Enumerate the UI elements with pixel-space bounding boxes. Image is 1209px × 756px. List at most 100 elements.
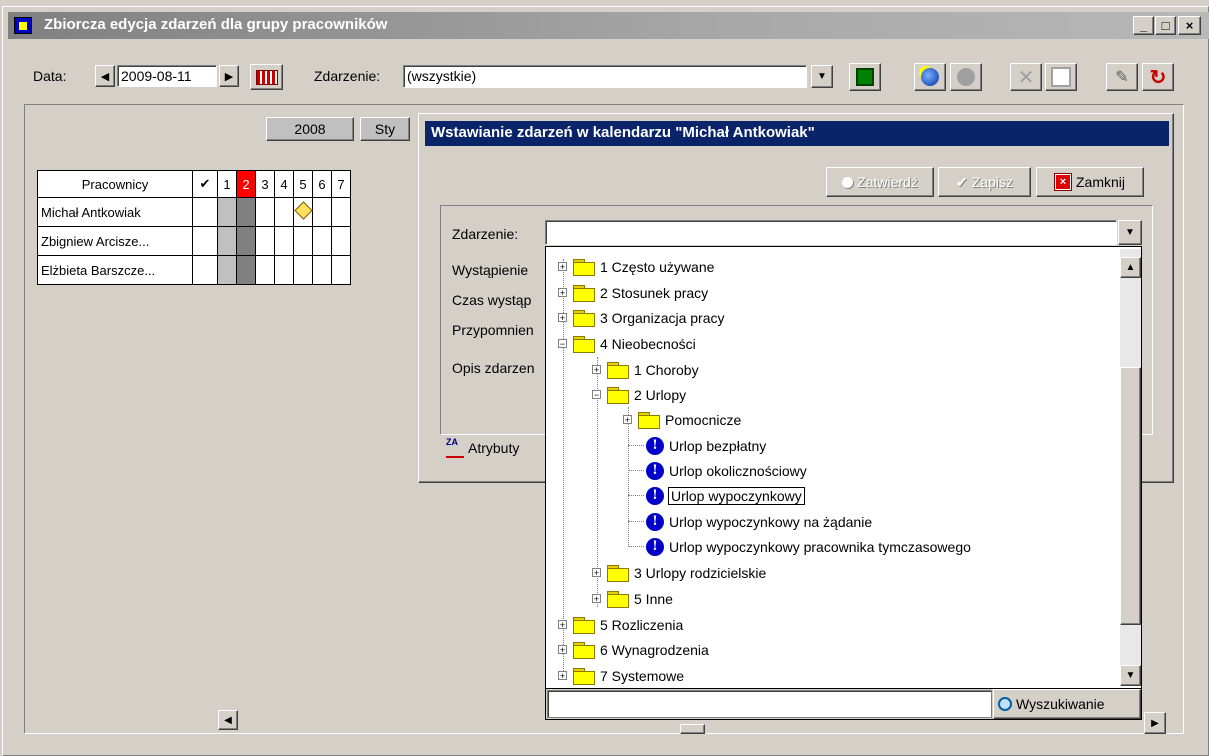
tree-leaf[interactable]: ! Urlop okolicznościowy xyxy=(628,458,807,483)
expand-icon[interactable]: + xyxy=(592,365,601,375)
expand-icon[interactable]: + xyxy=(623,415,632,425)
day-cell[interactable] xyxy=(255,226,275,256)
day-header[interactable]: 4 xyxy=(274,170,294,198)
copy-button[interactable] xyxy=(1045,63,1077,91)
calendar-button[interactable] xyxy=(250,64,283,90)
day-cell[interactable] xyxy=(331,226,351,256)
tree-node[interactable]: +7 Systemowe xyxy=(558,663,684,688)
day-cell[interactable] xyxy=(236,255,256,285)
edit-event-button[interactable] xyxy=(950,63,982,91)
day-cell[interactable] xyxy=(274,226,294,256)
day-header[interactable]: 6 xyxy=(312,170,332,198)
year-button[interactable]: 2008 xyxy=(266,117,354,141)
scroll-left-button[interactable]: ◀ xyxy=(218,710,238,730)
tree-leaf[interactable]: ! Urlop bezpłatny xyxy=(628,433,766,458)
tree-node[interactable]: +5 Inne xyxy=(592,586,673,611)
day-cell[interactable] xyxy=(274,197,294,227)
day-cell[interactable] xyxy=(331,255,351,285)
month-button[interactable]: Sty xyxy=(360,117,410,141)
row-check[interactable] xyxy=(192,255,218,285)
employee-name[interactable]: Elżbieta Barszcze... xyxy=(37,255,193,285)
expand-icon[interactable]: + xyxy=(558,313,567,323)
tree-leaf[interactable]: ! Urlop wypoczynkowy na żądanie xyxy=(628,509,872,534)
window-titlebar[interactable]: Zbiorcza edycja zdarzeń dla grupy pracow… xyxy=(8,12,1209,39)
day-header[interactable]: 7 xyxy=(331,170,351,198)
tree-leaf[interactable]: ! Urlop wypoczynkowy pracownika tymczasow… xyxy=(628,534,971,559)
expand-icon[interactable]: + xyxy=(558,645,567,655)
event-tree-dropdown[interactable]: +1 Często używane +2 Stosunek pracy +3 O… xyxy=(545,246,1142,689)
check-header[interactable]: ✔ xyxy=(192,170,218,198)
refresh-button[interactable]: ↻ xyxy=(1142,63,1174,91)
day-cell[interactable] xyxy=(217,226,237,256)
tab-attributes[interactable]: ZA Atrybuty xyxy=(446,433,546,463)
day-cell[interactable] xyxy=(312,197,332,227)
day-cell[interactable] xyxy=(293,226,313,256)
delete-button[interactable]: ✕ xyxy=(1010,63,1042,91)
day-cell[interactable] xyxy=(236,197,256,227)
expand-icon[interactable]: + xyxy=(592,594,601,604)
close-button[interactable]: × xyxy=(1178,16,1201,35)
row-check[interactable] xyxy=(192,226,218,256)
scrollbar-thumb[interactable] xyxy=(680,724,705,734)
day-cell[interactable] xyxy=(217,197,237,227)
tree-node[interactable]: +3 Urlopy rodzicielskie xyxy=(592,560,766,585)
dialog-title[interactable]: Wstawianie zdarzeń w kalendarzu "Michał … xyxy=(425,121,1169,146)
table-row[interactable]: Michał Antkowiak xyxy=(37,197,351,227)
expand-icon[interactable]: + xyxy=(558,620,567,630)
tree-leaf-selected[interactable]: ! Urlop wypoczynkowy xyxy=(628,483,805,508)
print-button[interactable]: ✎ xyxy=(1106,63,1138,91)
day-cell[interactable] xyxy=(274,255,294,285)
day-cell[interactable] xyxy=(293,197,313,227)
day-cell[interactable] xyxy=(293,255,313,285)
tree-scrollbar-thumb[interactable] xyxy=(1120,367,1141,625)
event-field-dropdown[interactable]: ▼ xyxy=(1118,220,1142,245)
approve-button[interactable]: Zatwierdź xyxy=(826,167,934,197)
day-cell[interactable] xyxy=(255,255,275,285)
day-cell[interactable] xyxy=(312,226,332,256)
day-header-today[interactable]: 2 xyxy=(236,170,256,198)
maximize-button[interactable]: □ xyxy=(1155,16,1176,35)
expand-icon[interactable]: + xyxy=(558,671,567,681)
tree-node[interactable]: +5 Rozliczenia xyxy=(558,612,683,637)
collapse-icon[interactable]: − xyxy=(558,339,567,349)
tree-search-button[interactable]: Wyszukiwanie xyxy=(993,689,1141,719)
next-date-button[interactable]: ▶ xyxy=(219,65,239,87)
minimize-button[interactable]: _ xyxy=(1133,16,1154,35)
expand-icon[interactable]: + xyxy=(592,568,601,578)
prev-date-button[interactable]: ◀ xyxy=(95,65,115,87)
tree-node[interactable]: +2 Stosunek pracy xyxy=(558,280,708,305)
table-row[interactable]: Elżbieta Barszcze... xyxy=(37,255,351,285)
tree-node[interactable]: + Pomocnicze xyxy=(623,407,741,432)
event-select-dropdown[interactable]: ▼ xyxy=(811,65,833,88)
tree-scroll-down-button[interactable]: ▼ xyxy=(1120,665,1141,686)
event-field-input[interactable] xyxy=(545,220,1117,245)
tree-node[interactable]: +1 Choroby xyxy=(592,357,699,382)
day-cell[interactable] xyxy=(217,255,237,285)
row-check[interactable] xyxy=(192,197,218,227)
tree-node[interactable]: +1 Często używane xyxy=(558,254,714,279)
scroll-right-button[interactable]: ▶ xyxy=(1144,712,1166,734)
tree-search-input[interactable] xyxy=(547,690,992,718)
add-event-button[interactable] xyxy=(914,63,946,91)
filter-button[interactable] xyxy=(849,63,881,91)
tree-scroll-up-button[interactable]: ▲ xyxy=(1120,257,1141,278)
day-cell[interactable] xyxy=(331,197,351,227)
event-select[interactable]: (wszystkie) xyxy=(403,65,807,88)
tree-node[interactable]: +3 Organizacja pracy xyxy=(558,305,725,330)
day-header[interactable]: 3 xyxy=(255,170,275,198)
expand-icon[interactable]: + xyxy=(558,262,567,272)
tree-node[interactable]: − 2 Urlopy xyxy=(592,382,686,407)
expand-icon[interactable]: + xyxy=(558,288,567,298)
date-input[interactable]: 2009-08-11 xyxy=(117,65,217,87)
day-cell[interactable] xyxy=(312,255,332,285)
save-button[interactable]: ✔ Zapisz xyxy=(938,167,1031,197)
day-header[interactable]: 5 xyxy=(293,170,313,198)
close-dialog-button[interactable]: × Zamknij xyxy=(1036,167,1144,197)
day-header[interactable]: 1 xyxy=(217,170,237,198)
table-row[interactable]: Zbigniew Arcisze... xyxy=(37,226,351,256)
day-cell[interactable] xyxy=(236,226,256,256)
employee-name[interactable]: Zbigniew Arcisze... xyxy=(37,226,193,256)
tree-node[interactable]: − 4 Nieobecności xyxy=(558,331,696,356)
employee-name[interactable]: Michał Antkowiak xyxy=(37,197,193,227)
collapse-icon[interactable]: − xyxy=(592,390,601,400)
